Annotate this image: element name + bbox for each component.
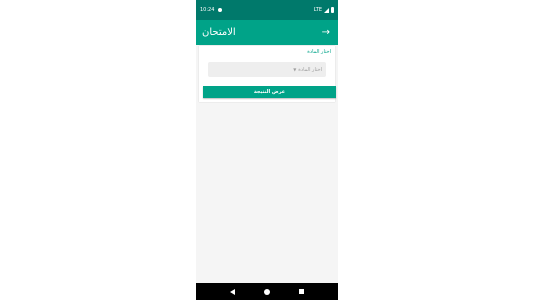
status-time: 10:24 <box>200 7 215 13</box>
subject-select[interactable]: اختار المادة ▼ <box>208 62 326 77</box>
nav-home-icon[interactable] <box>263 288 270 295</box>
status-right: LTE <box>314 7 334 13</box>
exam-form-card: اختار المادة اختار المادة ▼ عرض النتيجة <box>199 46 336 102</box>
status-left: 10:24 <box>200 7 223 13</box>
battery-icon <box>331 7 334 13</box>
show-result-button[interactable]: عرض النتيجة <box>203 86 336 98</box>
chevron-down-icon: ▼ <box>293 67 297 72</box>
page-title: الامتحان <box>202 27 236 38</box>
notification-dot-icon <box>218 8 223 12</box>
system-nav-bar <box>196 283 338 300</box>
phone-screen: 10:24 LTE → الامتحان اختار المادة اختار … <box>196 0 338 300</box>
subject-label: اختار المادة <box>307 49 331 55</box>
signal-icon <box>324 7 329 13</box>
arrow-right-icon[interactable]: → <box>322 27 330 38</box>
nav-back-icon[interactable] <box>230 288 236 295</box>
network-type: LTE <box>313 7 322 13</box>
nav-recents-icon[interactable] <box>298 289 304 294</box>
subject-select-value: اختار المادة <box>298 66 322 73</box>
app-bar: → الامتحان <box>196 20 338 45</box>
status-bar: 10:24 LTE <box>196 0 338 20</box>
